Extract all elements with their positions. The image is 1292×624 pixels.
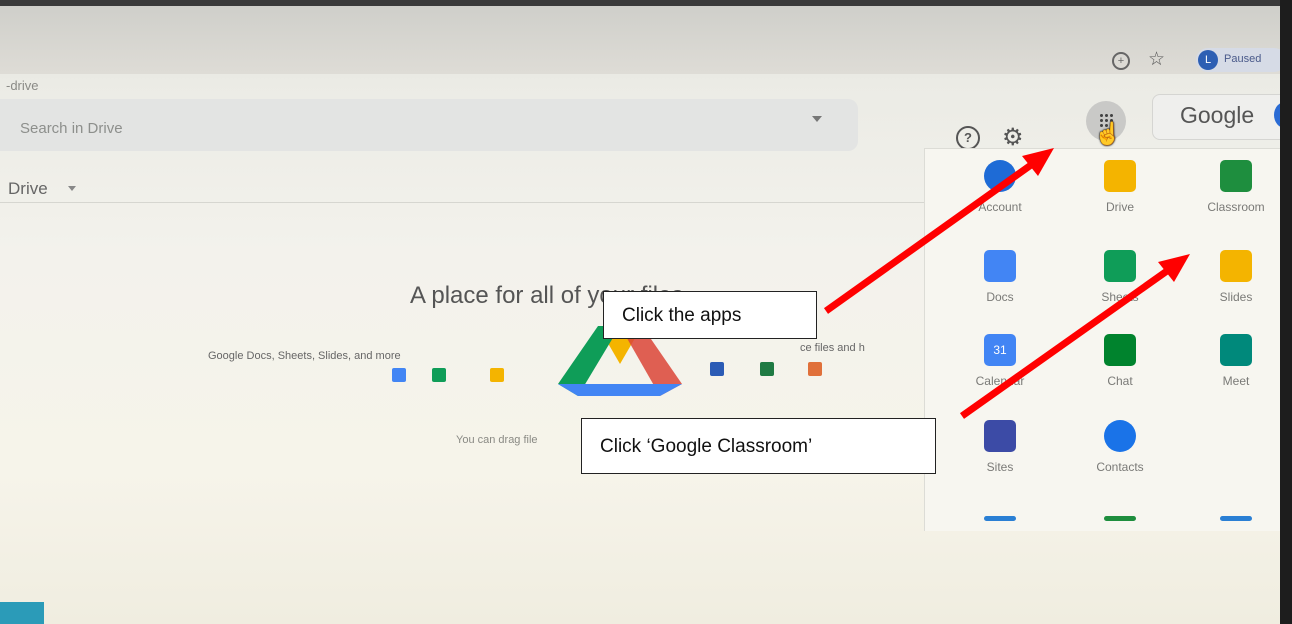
app-label: Calendar (975, 374, 1025, 388)
classroom-icon (1220, 160, 1252, 192)
next-row-app-icon (1104, 516, 1136, 521)
taskbar-button[interactable] (0, 602, 44, 624)
calendar-icon: 31 (984, 334, 1016, 366)
app-item-sites[interactable]: Sites (968, 418, 1032, 490)
app-label: Slides (1219, 290, 1253, 304)
app-label: Docs (986, 290, 1014, 304)
contacts-icon (1104, 420, 1136, 452)
hand-cursor-icon: ☝ (1094, 121, 1122, 146)
zoom-icon[interactable]: + (1112, 52, 1130, 70)
profile-status-label: Paused (1224, 53, 1262, 65)
docs-icon (984, 250, 1016, 282)
question-circle-icon[interactable]: ? (956, 126, 980, 150)
search-input[interactable]: Search in Drive (20, 120, 123, 137)
app-label: Chat (1107, 374, 1133, 388)
app-item-meet[interactable]: Meet (1204, 332, 1268, 404)
bookmark-star-icon[interactable]: ☆ (1148, 48, 1165, 71)
header-divider (0, 202, 925, 203)
sheets-mini-icon (432, 368, 446, 382)
chevron-down-icon[interactable] (68, 186, 76, 191)
sheets-icon (1104, 250, 1136, 282)
address-bar-text[interactable]: -drive (6, 78, 39, 93)
app-item-chat[interactable]: Chat (1088, 332, 1152, 404)
app-label: Classroom (1207, 200, 1265, 214)
avatar: L (1198, 50, 1218, 70)
monitor-bezel-right (1280, 0, 1292, 624)
app-label: Account (978, 200, 1022, 214)
app-item-calendar[interactable]: 31 Calendar (968, 332, 1032, 404)
app-label: Sites (986, 460, 1014, 474)
search-bar[interactable] (0, 99, 858, 151)
profile-button[interactable]: L Paused (1196, 48, 1282, 72)
meet-icon (1220, 334, 1252, 366)
drive-icon (1104, 160, 1136, 192)
callout-text: Click the apps (622, 305, 742, 326)
docs-mini-icon (392, 368, 406, 382)
app-label: Sheets (1101, 290, 1139, 304)
app-label: Meet (1222, 374, 1250, 388)
app-item-sheets[interactable]: Sheets (1088, 248, 1152, 320)
app-item-account[interactable]: Account (968, 158, 1032, 230)
app-label: Drive (1105, 200, 1134, 214)
excel-mini-icon (760, 362, 774, 376)
docs-caption: Google Docs, Sheets, Slides, and more (208, 350, 401, 362)
office-caption: ce files and h (800, 342, 865, 354)
callout-text: Click ‘Google Classroom’ (600, 436, 813, 457)
app-item-docs[interactable]: Docs (968, 248, 1032, 320)
click-classroom-callout: Click ‘Google Classroom’ (581, 418, 936, 474)
search-options-chevron-icon[interactable] (812, 116, 822, 122)
app-item-classroom[interactable]: Classroom (1204, 158, 1268, 230)
app-item-drive[interactable]: Drive (1088, 158, 1152, 230)
account-icon (984, 160, 1016, 192)
app-item-contacts[interactable]: Contacts (1088, 418, 1152, 490)
powerpoint-mini-icon (808, 362, 822, 376)
browser-toolbar (0, 6, 1282, 74)
chat-icon (1104, 334, 1136, 366)
next-row-app-icon (984, 516, 1016, 521)
click-apps-callout: Click the apps (603, 291, 817, 339)
word-mini-icon (710, 362, 724, 376)
google-logo-text: Google (1180, 102, 1255, 128)
slides-icon (1220, 250, 1252, 282)
app-item-slides[interactable]: Slides (1204, 248, 1268, 320)
drive-title[interactable]: Drive (8, 179, 48, 199)
next-row-app-icon (1220, 516, 1252, 521)
drag-caption: You can drag file (456, 434, 538, 446)
sites-icon (984, 420, 1016, 452)
slides-mini-icon (490, 368, 504, 382)
app-label: Contacts (1096, 460, 1144, 474)
